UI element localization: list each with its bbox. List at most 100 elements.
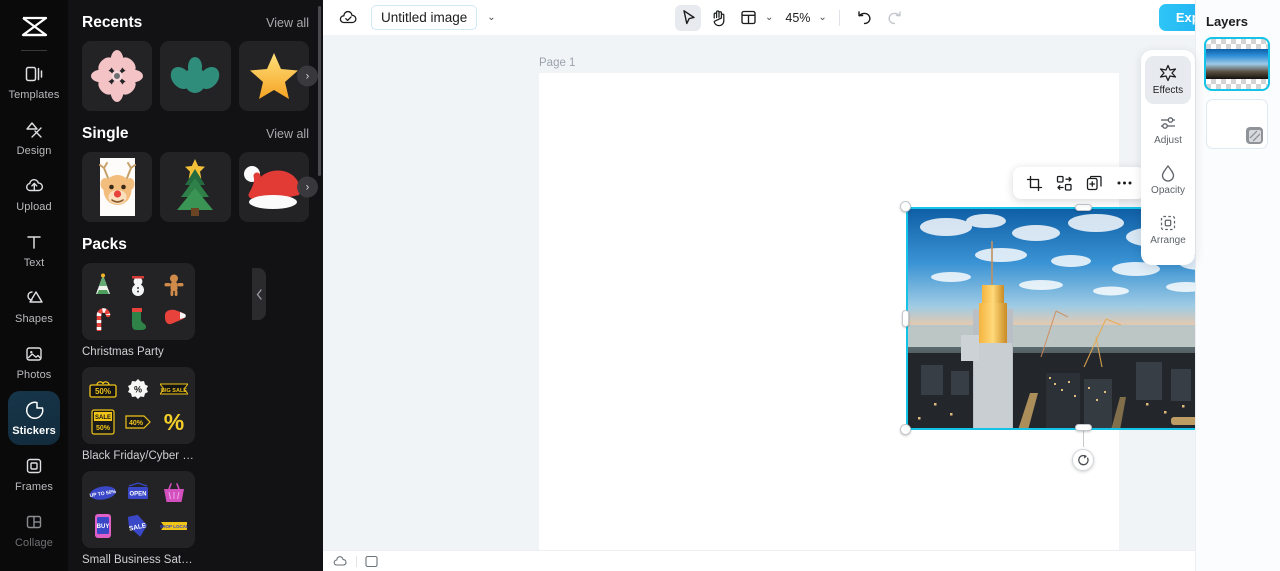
canvas-viewport[interactable]: Page 1 — [323, 35, 1280, 554]
resize-handle-bottom-center[interactable] — [1075, 424, 1092, 431]
resize-handle-top-left[interactable] — [900, 201, 911, 212]
collage-icon — [23, 511, 45, 533]
layer-item-background[interactable] — [1206, 99, 1268, 149]
main-area: Untitled image ⌄ ⌄ 45% ⌄ Page 1 Effects … — [323, 0, 1280, 571]
sidebar-item-templates[interactable]: Templates — [8, 55, 60, 109]
sidebar-item-shapes[interactable]: Shapes — [8, 279, 60, 333]
shopping-basket-icon — [164, 482, 185, 502]
sidebar-item-label: Text — [23, 257, 45, 269]
undo-button[interactable] — [852, 5, 878, 31]
pack-black-friday[interactable]: 50% % BIG SALE SALE 50% 40% % Black Frida… — [82, 367, 195, 462]
svg-text:SHOP LOCAL: SHOP LOCAL — [160, 524, 188, 529]
templates-icon — [23, 63, 45, 85]
svg-text:50%: 50% — [96, 425, 111, 432]
select-tool-button[interactable] — [675, 4, 701, 31]
percent-symbol-icon: % — [164, 410, 184, 434]
sticker-reindeer[interactable] — [82, 152, 153, 222]
party-hat-icon — [95, 273, 110, 294]
big-sale-banner-icon: BIG SALE — [160, 383, 189, 395]
top-toolbar: Untitled image ⌄ ⌄ 45% ⌄ — [323, 0, 1280, 35]
photos-icon — [23, 343, 45, 365]
opacity-drop-icon — [1159, 164, 1177, 182]
crop-button[interactable] — [1021, 170, 1047, 196]
more-button[interactable] — [1111, 170, 1137, 196]
layout-dropdown-caret[interactable]: ⌄ — [765, 12, 773, 23]
rotate-handle[interactable] — [1072, 449, 1094, 471]
redo-button[interactable] — [882, 5, 908, 31]
stickers-icon — [23, 399, 45, 421]
sidebar-item-stickers[interactable]: Stickers — [8, 391, 60, 445]
rail-item-label: Arrange — [1150, 235, 1186, 246]
sticker-christmas-tree[interactable] — [160, 152, 231, 222]
page-label: Page 1 — [539, 57, 576, 69]
sidebar-item-photos[interactable]: Photos — [8, 335, 60, 389]
hand-tool-button[interactable] — [705, 5, 731, 31]
sidebar-item-label: Photos — [16, 369, 52, 381]
duplicate-button[interactable] — [1081, 170, 1107, 196]
layer-item-image[interactable] — [1206, 39, 1268, 89]
document-title-input[interactable]: Untitled image — [371, 5, 478, 30]
candy-cane-icon — [96, 308, 111, 332]
toolbar-left-group: Untitled image ⌄ — [335, 5, 496, 31]
sidebar-item-frames[interactable]: Frames — [8, 447, 60, 501]
rail-divider — [21, 50, 47, 51]
pack-small-business-saturday[interactable]: UP TO 50% OPEN BUY SALE SHOP LOCAL Small… — [82, 471, 195, 566]
sticker-green-leaf[interactable] — [160, 41, 231, 111]
arrow-40-percent-icon: 40% — [125, 415, 152, 429]
cloud-saved-icon[interactable] — [335, 5, 361, 31]
single-next-arrow[interactable]: › — [297, 176, 318, 198]
sidebar-item-collage[interactable]: Collage — [8, 503, 60, 557]
sidebar-item-design[interactable]: Design — [8, 111, 60, 165]
pack-christmas-party[interactable]: Christmas Party — [82, 263, 195, 358]
rotate-connector — [1083, 430, 1084, 447]
mitten-icon — [165, 309, 186, 325]
cloud-icon[interactable] — [333, 555, 348, 567]
recents-next-arrow[interactable]: › — [297, 65, 318, 87]
section-title: Packs — [82, 236, 127, 253]
rail-item-effects[interactable]: Effects — [1145, 56, 1191, 104]
snowman-icon — [132, 275, 145, 296]
sidebar-item-label: Frames — [15, 481, 53, 493]
percent-badge-icon: % — [128, 378, 149, 399]
open-sign-icon: OPEN — [128, 482, 149, 499]
replace-icon — [1056, 175, 1072, 191]
resize-handle-top-center[interactable] — [1075, 204, 1092, 211]
shop-local-banner-icon: SHOP LOCAL — [160, 522, 188, 531]
view-all-recents[interactable]: View all — [266, 16, 309, 30]
sidebar-item-upload[interactable]: Upload — [8, 167, 60, 221]
replace-button[interactable] — [1051, 170, 1077, 196]
svg-text:40%: 40% — [129, 420, 144, 427]
sticker-pink-flower[interactable] — [82, 41, 153, 111]
sale-tag-50-icon: 50% — [89, 380, 117, 398]
sale-label-icon: SALE — [128, 515, 148, 538]
panel-collapse-handle[interactable] — [252, 268, 266, 320]
more-dots-icon — [1117, 181, 1131, 185]
packs-grid: Christmas Party 50% % BIG SALE SALE 50% 4… — [82, 263, 309, 571]
rail-item-arrange[interactable]: Arrange — [1145, 206, 1191, 254]
layout-tool-button[interactable] — [735, 5, 761, 31]
sidebar-item-label: Collage — [14, 537, 53, 549]
pages-icon[interactable] — [365, 555, 378, 568]
recents-row: › — [82, 41, 318, 111]
bottom-status-bar — [323, 550, 1280, 571]
view-all-single[interactable]: View all — [266, 127, 309, 141]
effects-sparkle-icon — [1159, 64, 1177, 82]
rail-item-opacity[interactable]: Opacity — [1145, 156, 1191, 204]
capcut-logo-icon[interactable] — [14, 10, 54, 44]
single-section-header: Single View all — [82, 111, 309, 152]
sidebar-item-label: Templates — [8, 89, 60, 101]
rail-item-adjust[interactable]: Adjust — [1145, 106, 1191, 154]
section-title: Recents — [82, 14, 143, 31]
single-row: › — [82, 152, 318, 222]
resize-handle-middle-left[interactable] — [902, 310, 909, 327]
layers-panel: Layers — [1195, 0, 1280, 571]
zoom-dropdown-caret[interactable]: ⌄ — [818, 12, 826, 23]
gingerbread-icon — [164, 274, 184, 296]
rail-item-label: Effects — [1152, 85, 1184, 96]
bottombar-divider — [356, 555, 357, 567]
panel-scrollbar[interactable] — [318, 6, 321, 176]
sidebar-item-text[interactable]: Text — [8, 223, 60, 277]
title-dropdown-caret[interactable]: ⌄ — [487, 12, 495, 23]
resize-handle-bottom-left[interactable] — [900, 424, 911, 435]
shapes-icon — [23, 287, 45, 309]
